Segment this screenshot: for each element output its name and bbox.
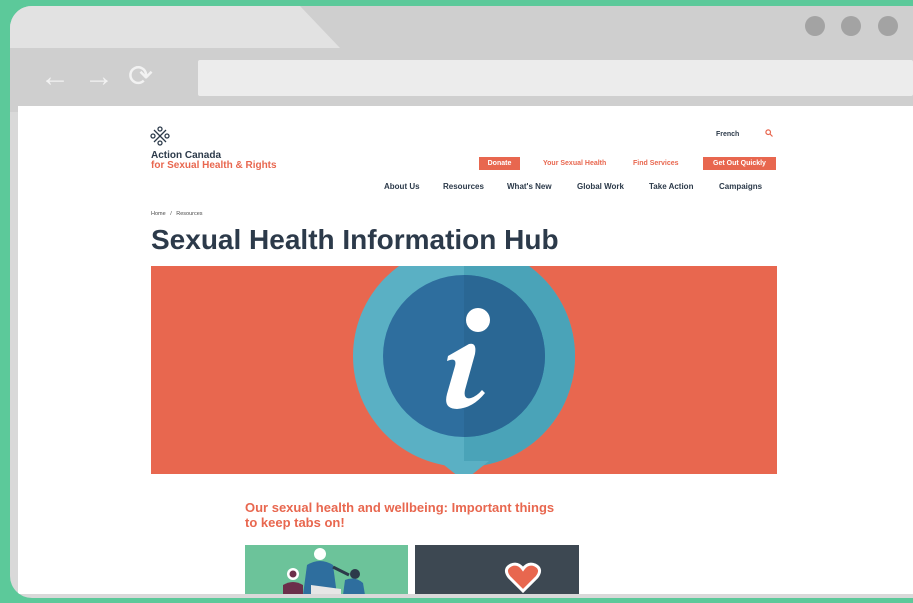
- nav-take-action[interactable]: Take Action: [649, 182, 693, 191]
- nav-global-work[interactable]: Global Work: [577, 182, 624, 191]
- breadcrumb-home[interactable]: Home: [151, 211, 166, 217]
- window-control-dot[interactable]: [878, 16, 898, 36]
- window-control-dot[interactable]: [841, 16, 861, 36]
- logo-icon[interactable]: [150, 126, 170, 146]
- page-title: Sexual Health Information Hub: [151, 224, 559, 255]
- nav-whats-new[interactable]: What's New: [507, 182, 552, 191]
- people-illustration: [283, 548, 365, 594]
- heart-icon: [504, 562, 542, 594]
- breadcrumb-current: Resources: [176, 211, 203, 217]
- browser-tab[interactable]: [10, 6, 340, 48]
- info-icon: [353, 266, 575, 474]
- resource-card-illustration[interactable]: [245, 545, 408, 594]
- org-tagline[interactable]: for Sexual Health & Rights: [151, 160, 277, 171]
- reload-icon[interactable]: ⟳: [128, 62, 153, 92]
- window-control-dot[interactable]: [805, 16, 825, 36]
- search-icon[interactable]: [765, 129, 773, 137]
- nav-campaigns[interactable]: Campaigns: [719, 182, 762, 191]
- donate-button[interactable]: Donate: [479, 157, 520, 170]
- browser-window: ← → ⟳ Action Canada for Sexual Health & …: [10, 6, 913, 598]
- arrow-left-icon[interactable]: ←: [40, 62, 70, 92]
- get-out-quickly-button[interactable]: Get Out Quickly: [703, 157, 776, 170]
- find-services-link[interactable]: Find Services: [633, 160, 679, 167]
- section-subtitle: Our sexual health and wellbeing: Importa…: [245, 500, 555, 530]
- breadcrumb-separator: /: [170, 211, 172, 217]
- address-bar[interactable]: [198, 60, 913, 96]
- hero-banner: [151, 266, 777, 474]
- web-page: Action Canada for Sexual Health & Rights…: [18, 106, 913, 594]
- breadcrumb: Home / Resources: [151, 211, 203, 217]
- resource-card-heart[interactable]: [415, 545, 579, 594]
- nav-resources[interactable]: Resources: [443, 182, 484, 191]
- browser-chrome: ← → ⟳: [10, 6, 913, 112]
- language-link[interactable]: French: [716, 131, 739, 138]
- arrow-right-icon[interactable]: →: [84, 62, 114, 92]
- your-sexual-health-link[interactable]: Your Sexual Health: [543, 160, 606, 167]
- nav-about-us[interactable]: About Us: [384, 182, 420, 191]
